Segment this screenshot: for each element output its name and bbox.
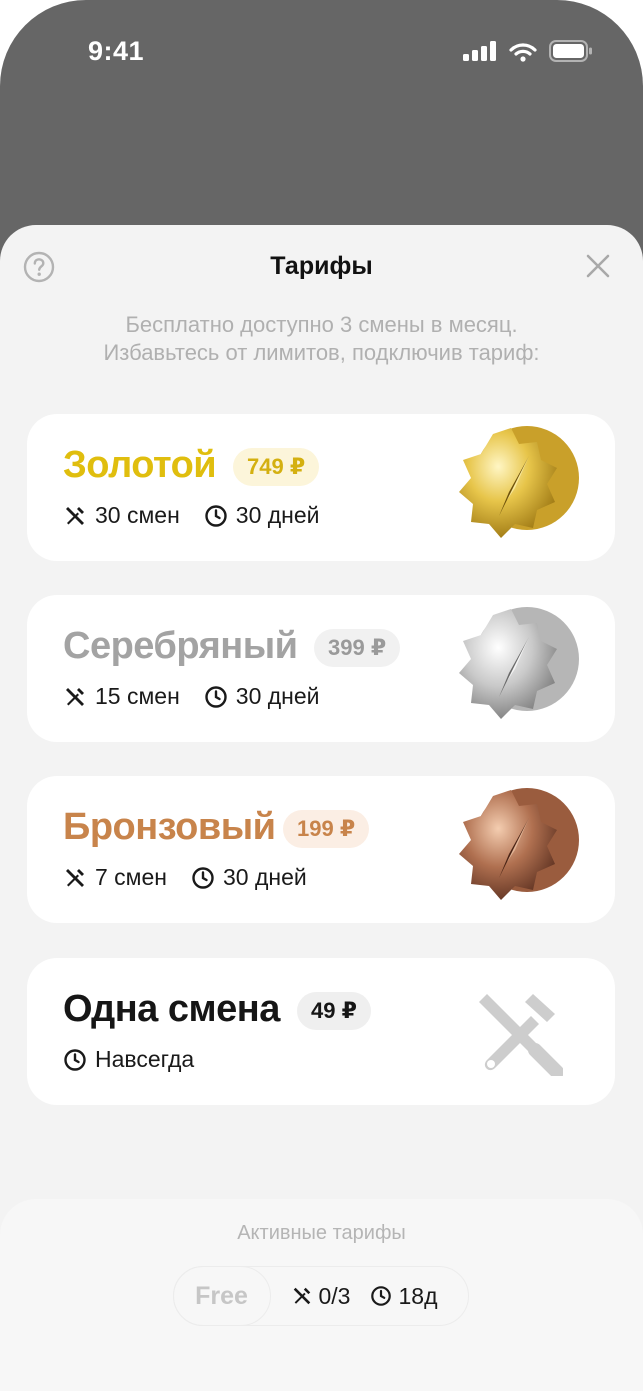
duration-feature: 30 дней [204,683,320,710]
plan-features: Навсегда [63,1046,218,1073]
active-shifts: 0/3 [291,1282,351,1310]
plan-card-single-shift[interactable]: Одна смена 49 ₽ Навсегда [27,958,615,1105]
clock-icon [64,1048,86,1071]
cellular-signal-icon [463,41,496,61]
close-icon[interactable] [585,253,611,279]
clock-icon [371,1286,392,1306]
shifts-count: 15 смен [95,683,180,709]
duration-text: Навсегда [95,1046,195,1072]
tools-icon [293,1287,310,1305]
wifi-icon [509,42,537,62]
shifts-feature: 7 смен [63,864,167,891]
price-badge: 749 ₽ [233,448,320,486]
bronze-medal-icon [459,788,579,900]
clock-icon [205,504,227,527]
active-days: 18д [370,1282,438,1310]
plan-card-gold[interactable]: Золотой 749 ₽ 30 смен 30 дней [27,414,615,561]
silver-medal-icon [459,607,579,719]
sheet-title: Тарифы [270,252,373,280]
subtitle-line-1: Бесплатно доступно 3 смены в месяц. [125,312,518,337]
duration-feature: 30 дней [204,502,320,529]
plan-features: 15 смен 30 дней [63,683,344,710]
tools-icon [479,994,563,1076]
duration-text: 30 дней [223,864,307,890]
duration-text: 30 дней [235,502,320,528]
plan-features: 30 смен 30 дней [63,502,344,529]
phone-screen: 9:41 Тарифы Бесплатно доступно 3 смены в… [0,0,643,1391]
sheet-subtitle: Бесплатно доступно 3 смены в месяц. Изба… [0,311,643,367]
shifts-count: 7 смен [95,864,167,890]
status-time: 9:41 [88,36,145,66]
price-badge: 399 ₽ [314,629,401,667]
plan-card-silver[interactable]: Серебряный 399 ₽ 15 смен 30 дней [27,595,615,742]
duration-text: 30 дней [235,683,320,709]
plan-name: Золотой [63,444,217,486]
clock-icon [192,866,214,889]
status-icons [463,40,593,62]
plan-name: Бронзовый [63,806,276,848]
plan-name: Серебряный [63,625,298,667]
active-days-value: 18д [398,1282,438,1309]
shifts-count: 30 смен [95,502,180,528]
battery-icon [549,40,592,62]
status-bar: 9:41 [0,0,643,110]
shifts-feature: 15 смен [63,683,180,710]
plan-features: 7 смен 30 дней [63,864,331,891]
shifts-feature: 30 смен [63,502,180,529]
active-plan-badge: Free [172,1266,271,1326]
active-plans-label: Активные тарифы [237,1222,406,1244]
active-plans-panel: Активные тарифы Free 0/3 18д [0,1199,643,1391]
tools-icon [66,506,84,525]
active-shifts-value: 0/3 [318,1282,351,1309]
active-plan-pill[interactable]: Free 0/3 18д [172,1266,469,1326]
duration-feature: 30 дней [191,864,307,891]
price-badge: 199 ₽ [283,810,370,848]
clock-icon [205,685,227,708]
tools-icon [66,687,84,706]
subtitle-line-2: Избавьтесь от лимитов, подключив тариф: [103,340,540,365]
tools-icon [66,868,84,887]
gold-medal-icon [459,426,579,538]
plan-card-bronze[interactable]: Бронзовый 199 ₽ 7 смен 30 дней [27,776,615,923]
duration-feature: Навсегда [63,1046,194,1073]
plan-name: Одна смена [63,988,280,1030]
price-badge: 49 ₽ [297,992,371,1030]
tariffs-sheet: Тарифы Бесплатно доступно 3 смены в меся… [0,225,643,1391]
